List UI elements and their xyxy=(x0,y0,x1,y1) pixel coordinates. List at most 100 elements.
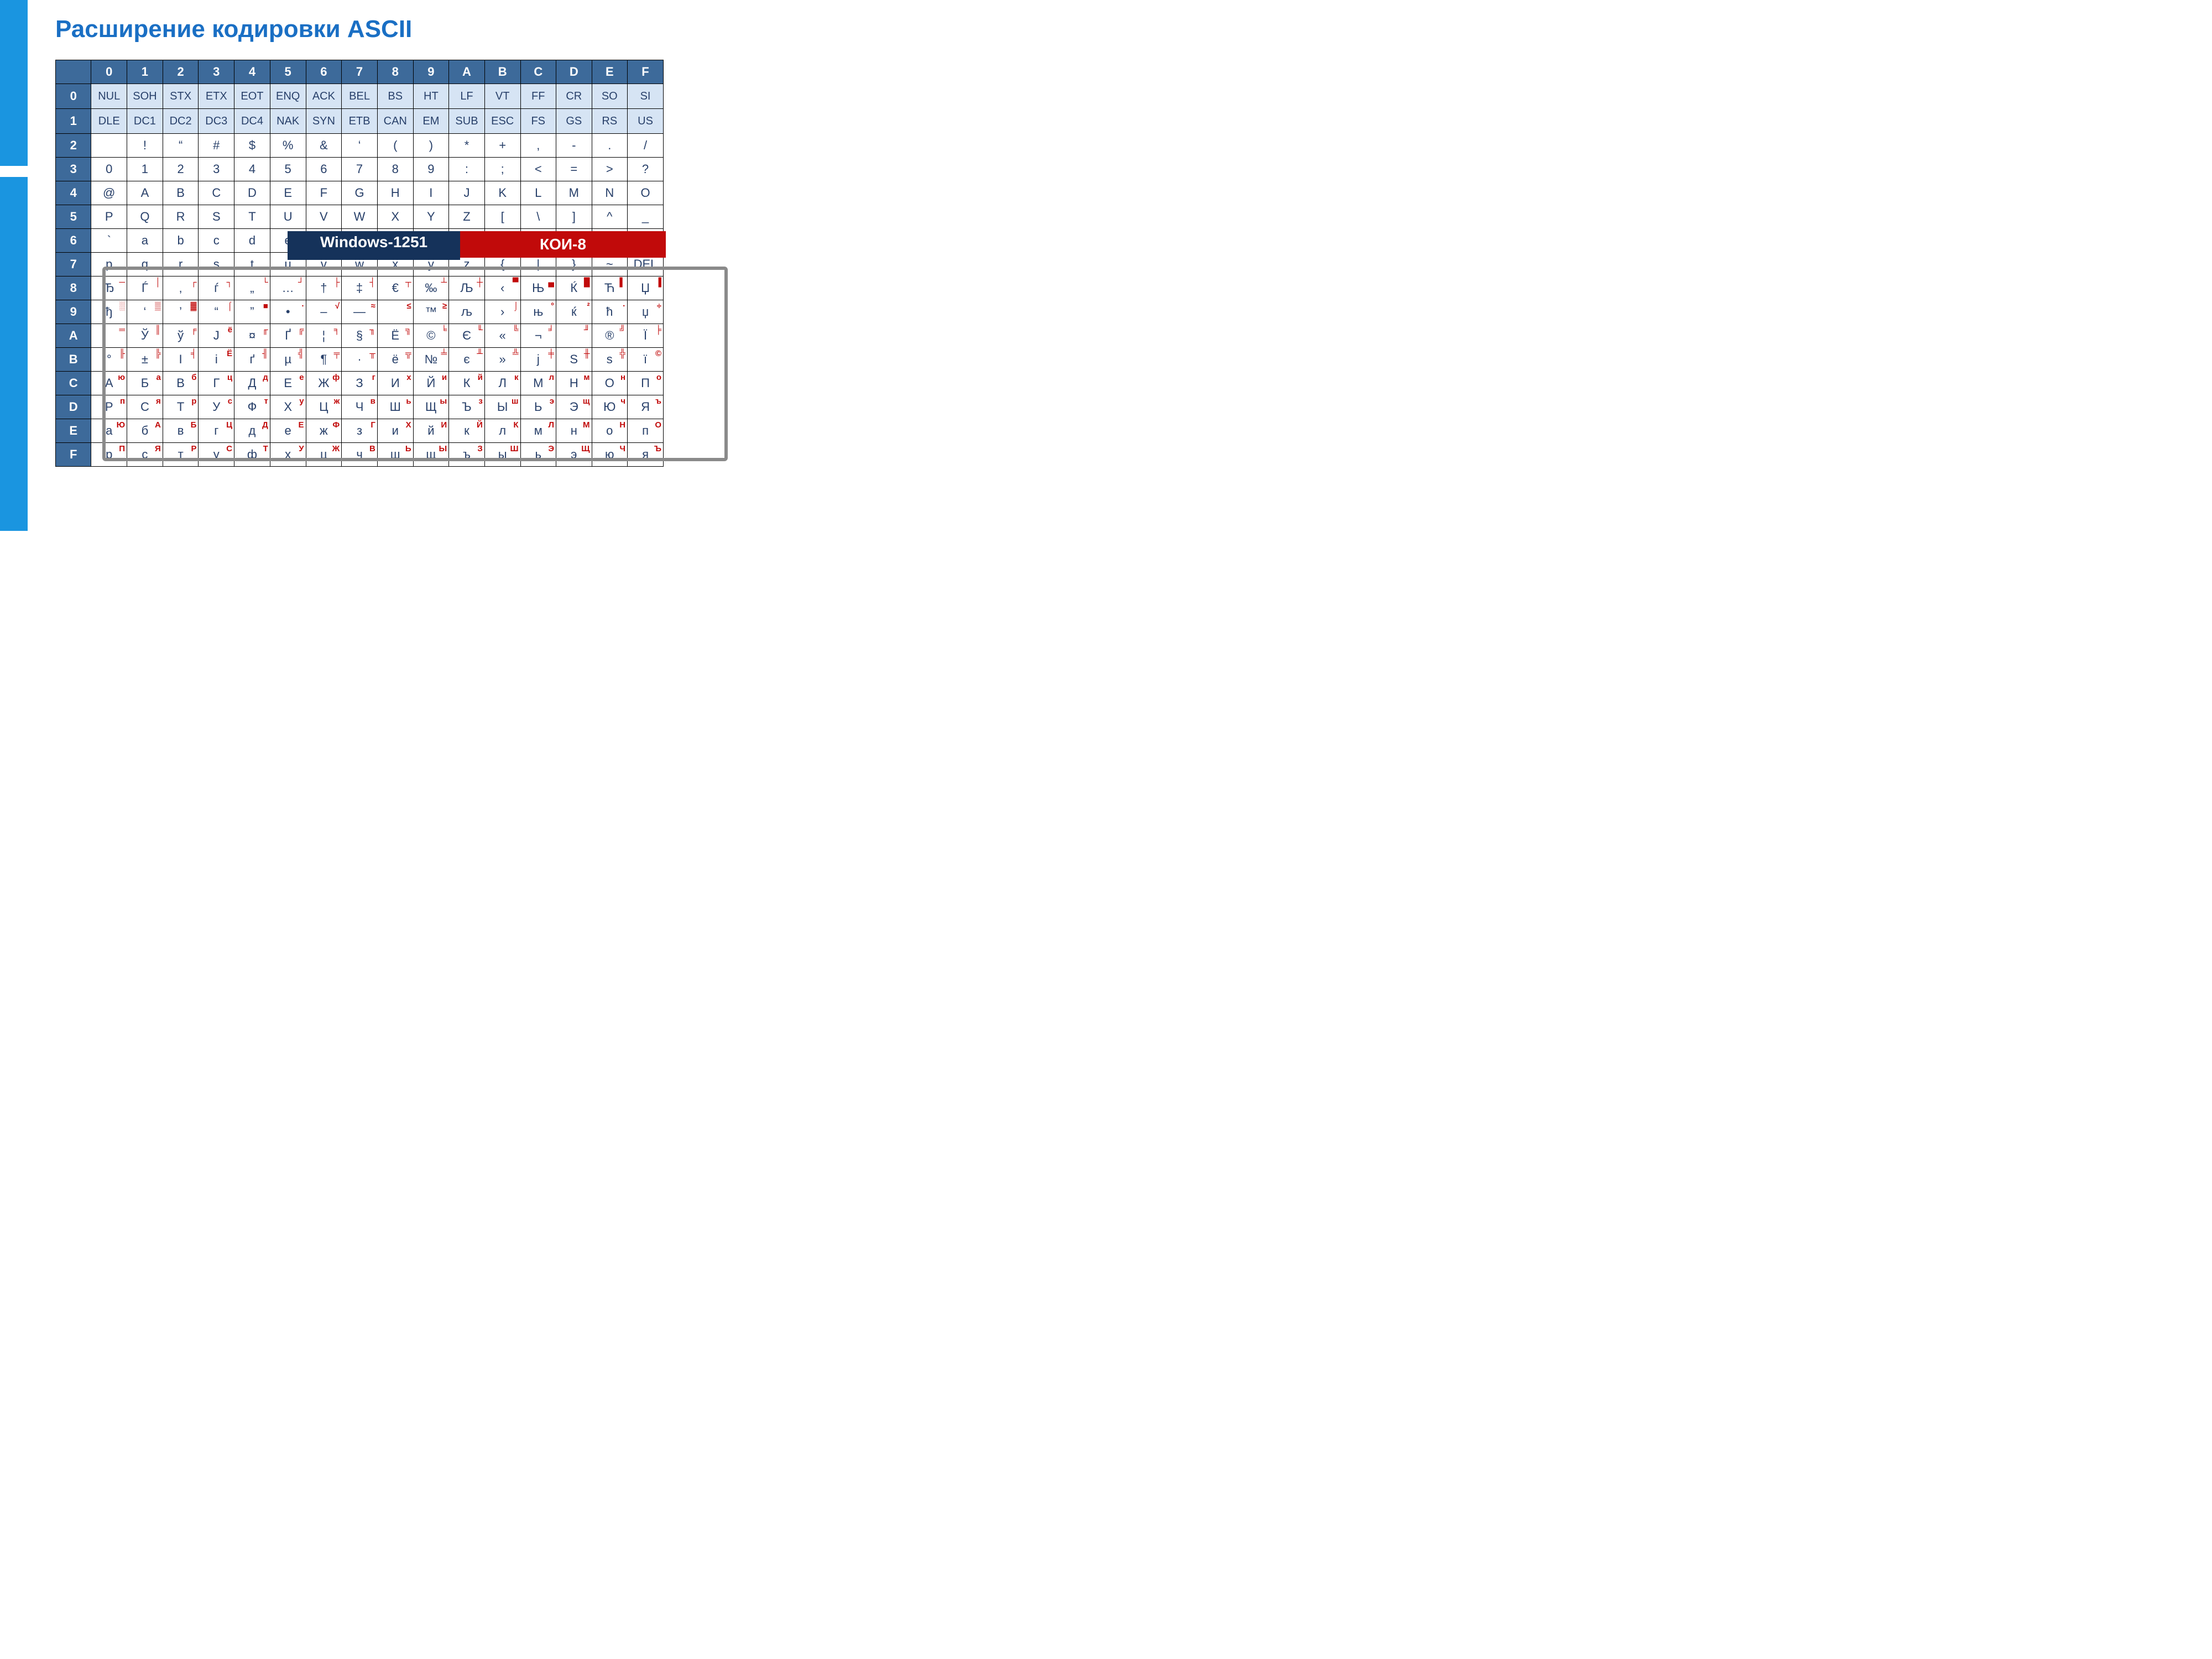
cell: o xyxy=(628,229,664,253)
cell: мЛ xyxy=(520,419,556,443)
cell: W xyxy=(342,205,378,229)
cell: пО xyxy=(628,419,664,443)
cell: v xyxy=(306,253,342,276)
col-header: E xyxy=(592,60,628,84)
cell: # xyxy=(199,134,234,158)
cell: S xyxy=(199,205,234,229)
cell: ‡┤ xyxy=(342,276,378,300)
cell: бА xyxy=(127,419,163,443)
cell: X xyxy=(377,205,413,229)
cell: ! xyxy=(127,134,163,158)
cell: { xyxy=(484,253,520,276)
row-header: 5 xyxy=(56,205,91,229)
cell: цЖ xyxy=(306,443,342,467)
slide-accent-bar xyxy=(0,0,28,531)
cell: І╡ xyxy=(163,348,199,372)
col-header: 0 xyxy=(91,60,127,84)
cell: Щы xyxy=(413,395,449,419)
cell: Џ▐ xyxy=(628,276,664,300)
cell: h xyxy=(377,229,413,253)
slide-title: Расширение кодировки ASCII xyxy=(55,15,2184,43)
cell: / xyxy=(628,134,664,158)
cell: F xyxy=(306,181,342,205)
cell: Жф xyxy=(306,372,342,395)
cell: DC3 xyxy=(199,109,234,134)
cell: SYN xyxy=(306,109,342,134)
cell: Ћ▌ xyxy=(592,276,628,300)
cell: щЫ xyxy=(413,443,449,467)
cell: H xyxy=(377,181,413,205)
cell: сЯ xyxy=(127,443,163,467)
cell: ═ xyxy=(91,324,127,348)
cell: є╨ xyxy=(449,348,485,372)
cell: µ╣ xyxy=(270,348,306,372)
cell: •∙ xyxy=(270,300,306,324)
cell: < xyxy=(520,158,556,181)
cell: Вб xyxy=(163,372,199,395)
cell: юЧ xyxy=(592,443,628,467)
col-header: 6 xyxy=(306,60,342,84)
cell: Є╙ xyxy=(449,324,485,348)
cell: ] xyxy=(556,205,592,229)
cell: q xyxy=(127,253,163,276)
cell: P xyxy=(91,205,127,229)
cell: іЁ xyxy=(199,348,234,372)
cell: Йи xyxy=(413,372,449,395)
cell: GS xyxy=(556,109,592,134)
cell: Љ┼ xyxy=(449,276,485,300)
cell: Ся xyxy=(127,395,163,419)
cell: 6 xyxy=(306,158,342,181)
row-header: F xyxy=(56,443,91,467)
cell: z xyxy=(449,253,485,276)
cell: LF xyxy=(449,84,485,109)
cell: NUL xyxy=(91,84,127,109)
cell: ` xyxy=(91,229,127,253)
row-header: 1 xyxy=(56,109,91,134)
cell: яЪ xyxy=(628,443,664,467)
cell: Яъ xyxy=(628,395,664,419)
cell: 9 xyxy=(413,158,449,181)
cell: вБ xyxy=(163,419,199,443)
cell: ( xyxy=(377,134,413,158)
cell: J xyxy=(449,181,485,205)
cell: йИ xyxy=(413,419,449,443)
cell: Шь xyxy=(377,395,413,419)
cell: Q xyxy=(127,205,163,229)
cell: DC2 xyxy=(163,109,199,134)
cell: ETB xyxy=(342,109,378,134)
cell: w xyxy=(342,253,378,276)
cell: CAN xyxy=(377,109,413,134)
cell: g xyxy=(342,229,378,253)
cell: –√ xyxy=(306,300,342,324)
encoding-table: 0123456789ABCDEF 0NULSOHSTXETXEOTENQACKB… xyxy=(55,60,664,467)
cell: % xyxy=(270,134,306,158)
cell: ‰┴ xyxy=(413,276,449,300)
cell: Их xyxy=(377,372,413,395)
cell: = xyxy=(556,158,592,181)
cell: Юч xyxy=(592,395,628,419)
cell: SO xyxy=(592,84,628,109)
cell: Рп xyxy=(91,395,127,419)
cell: k xyxy=(484,229,520,253)
cell: r xyxy=(163,253,199,276)
cell xyxy=(91,134,127,158)
cell: лК xyxy=(484,419,520,443)
cell: . xyxy=(592,134,628,158)
cell: ”■ xyxy=(234,300,270,324)
cell: жФ xyxy=(306,419,342,443)
cell: DC4 xyxy=(234,109,270,134)
cell: ѓ┐ xyxy=(199,276,234,300)
cell: | xyxy=(520,253,556,276)
cell: ыШ xyxy=(484,443,520,467)
cell: \ xyxy=(520,205,556,229)
cell: ђ░ xyxy=(91,300,127,324)
cell: e xyxy=(270,229,306,253)
cell: n xyxy=(592,229,628,253)
cell: 3 xyxy=(199,158,234,181)
cell: уС xyxy=(199,443,234,467)
cell: Эщ xyxy=(556,395,592,419)
cell: 2 xyxy=(163,158,199,181)
cell: Z xyxy=(449,205,485,229)
cell: [ xyxy=(484,205,520,229)
cell: “ xyxy=(163,134,199,158)
